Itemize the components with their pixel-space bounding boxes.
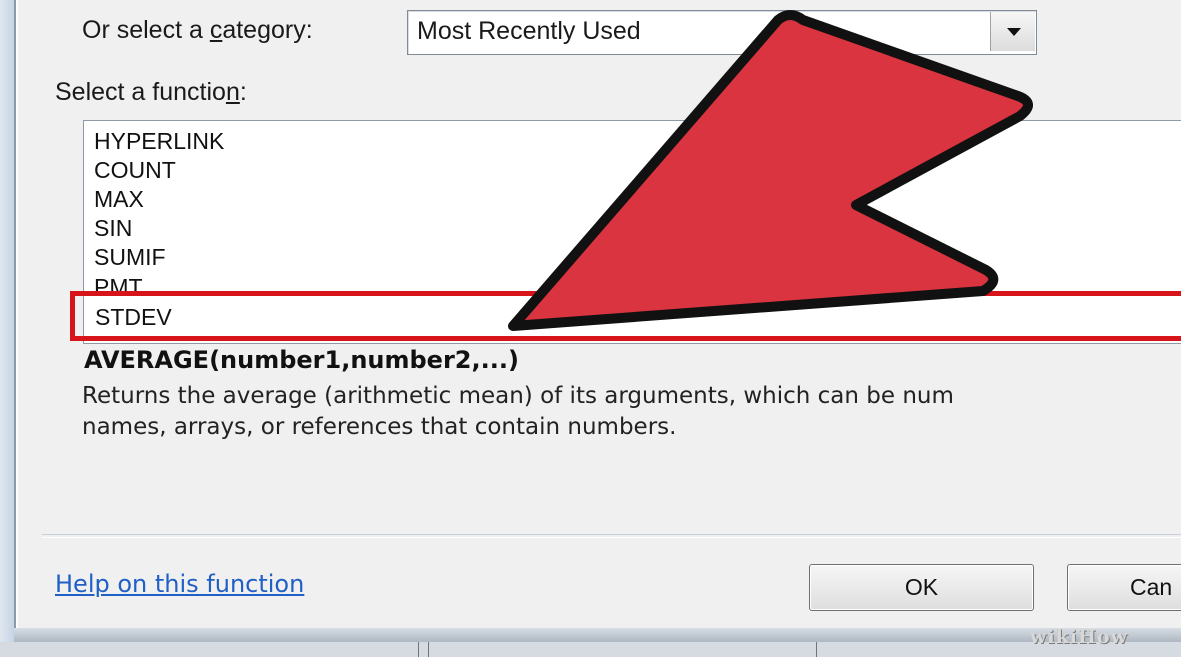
list-item-sin[interactable]: SIN: [94, 214, 132, 242]
chevron-down-icon: [1007, 28, 1021, 36]
column-divider: [418, 642, 419, 657]
highlighted-function-row[interactable]: [70, 291, 1181, 341]
function-list: HYPERLINK COUNT MAX SIN SUMIF PMT: [84, 121, 1181, 291]
function-syntax: AVERAGE(number1,number2,...): [84, 346, 519, 374]
list-item-hyperlink[interactable]: HYPERLINK: [94, 127, 224, 155]
watermark-logo: wikiHow: [1030, 626, 1128, 648]
cancel-button[interactable]: Can: [1067, 564, 1181, 611]
function-description-line-1: Returns the average (arithmetic mean) of…: [82, 383, 954, 409]
column-divider: [816, 642, 817, 657]
help-link[interactable]: Help on this function: [55, 570, 304, 598]
dialog-bottom-border: [14, 628, 1181, 642]
category-dropdown-button[interactable]: [990, 12, 1035, 51]
category-label: Or select a category:: [82, 16, 313, 44]
category-select-value: Most Recently Used: [417, 17, 641, 45]
function-description-line-2: names, arrays, or references that contai…: [82, 414, 677, 440]
list-item-stdev[interactable]: STDEV: [95, 304, 172, 331]
list-item-max[interactable]: MAX: [94, 185, 144, 213]
category-select[interactable]: Most Recently Used: [407, 10, 1037, 55]
ok-button[interactable]: OK: [809, 564, 1034, 611]
divider: [42, 534, 1181, 538]
list-item-sumif[interactable]: SUMIF: [94, 243, 166, 271]
function-label: Select a function:: [55, 78, 247, 106]
spreadsheet-strip: [0, 642, 1181, 657]
list-item-pmt[interactable]: PMT: [94, 273, 143, 291]
list-item-count[interactable]: COUNT: [94, 156, 176, 184]
column-divider: [428, 642, 429, 657]
